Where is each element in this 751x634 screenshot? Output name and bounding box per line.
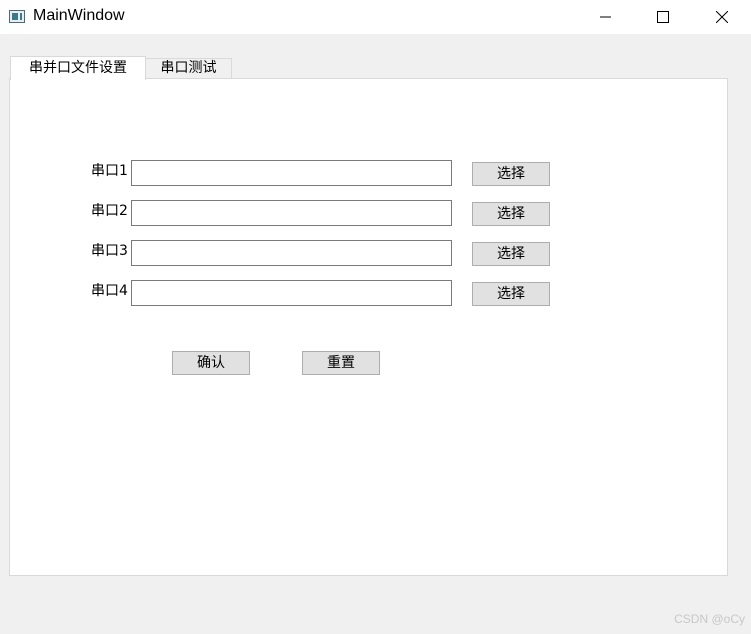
title-bar: MainWindow (0, 0, 751, 34)
minimize-icon (600, 16, 611, 18)
port-2-select-button[interactable]: 选择 (472, 202, 550, 226)
minimize-button[interactable] (577, 0, 635, 34)
port-1-label: 串口1 (91, 163, 128, 179)
tab-pane (9, 78, 728, 576)
port-3-input[interactable] (131, 240, 452, 266)
tab-port-file-settings[interactable]: 串并口文件设置 (10, 56, 146, 80)
tab-port-test[interactable]: 串口测试 (145, 58, 232, 79)
close-button[interactable] (693, 0, 751, 34)
port-4-input[interactable] (131, 280, 452, 306)
watermark: CSDN @oCy (674, 612, 745, 626)
port-2-input[interactable] (131, 200, 452, 226)
maximize-button[interactable] (634, 0, 692, 34)
port-4-select-button[interactable]: 选择 (472, 282, 550, 306)
port-2-label: 串口2 (91, 203, 128, 219)
port-1-select-button[interactable]: 选择 (472, 162, 550, 186)
window-app-icon (9, 10, 25, 23)
maximize-icon (657, 11, 669, 23)
port-1-input[interactable] (131, 160, 452, 186)
close-icon (716, 11, 728, 23)
port-3-select-button[interactable]: 选择 (472, 242, 550, 266)
reset-button[interactable]: 重置 (302, 351, 380, 375)
port-4-label: 串口4 (91, 283, 128, 299)
window-title: MainWindow (33, 7, 125, 24)
main-window: MainWindow 串并口文件设置 串口测试 串口1 选择 串口2 选择 串口… (0, 0, 751, 634)
port-3-label: 串口3 (91, 243, 128, 259)
confirm-button[interactable]: 确认 (172, 351, 250, 375)
